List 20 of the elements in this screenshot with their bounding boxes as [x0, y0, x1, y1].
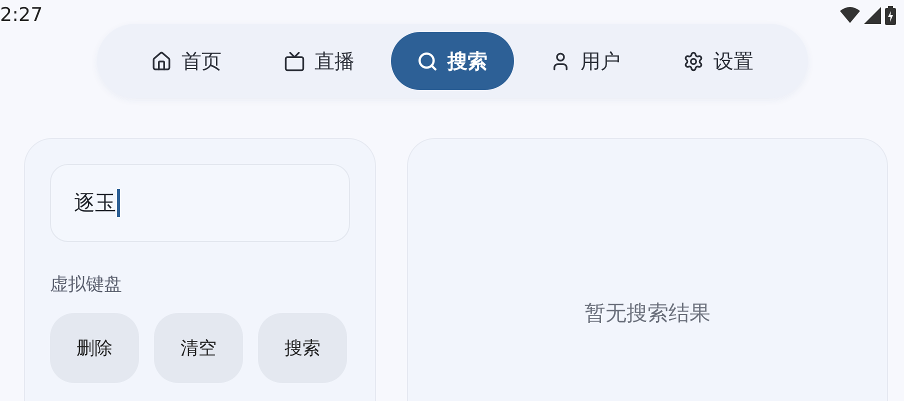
battery-icon: [885, 6, 896, 24]
wifi-icon: [840, 7, 860, 23]
settings-icon: [682, 50, 704, 72]
nav-tab[interactable]: 直播: [258, 32, 380, 90]
nav-tab[interactable]: 首页: [124, 32, 248, 90]
key-button[interactable]: 清空: [154, 313, 243, 383]
nav-tab[interactable]: 设置: [656, 32, 780, 90]
text-cursor-icon: [117, 189, 120, 217]
nav-tab[interactable]: 搜索: [390, 32, 514, 90]
search-icon: [416, 50, 438, 72]
nav-tab[interactable]: 用户: [524, 32, 646, 90]
key-button[interactable]: 删除: [50, 313, 139, 383]
keyboard-label: 虚拟键盘: [50, 273, 123, 296]
house-icon: [150, 50, 172, 72]
status-time: 2:27: [0, 4, 43, 26]
signal-icon: [864, 6, 881, 24]
empty-message: 暂无搜索结果: [584, 300, 710, 327]
key-button[interactable]: 搜索: [258, 313, 347, 383]
tv-icon: [284, 50, 304, 72]
search-field[interactable]: 逐玉: [50, 164, 350, 242]
